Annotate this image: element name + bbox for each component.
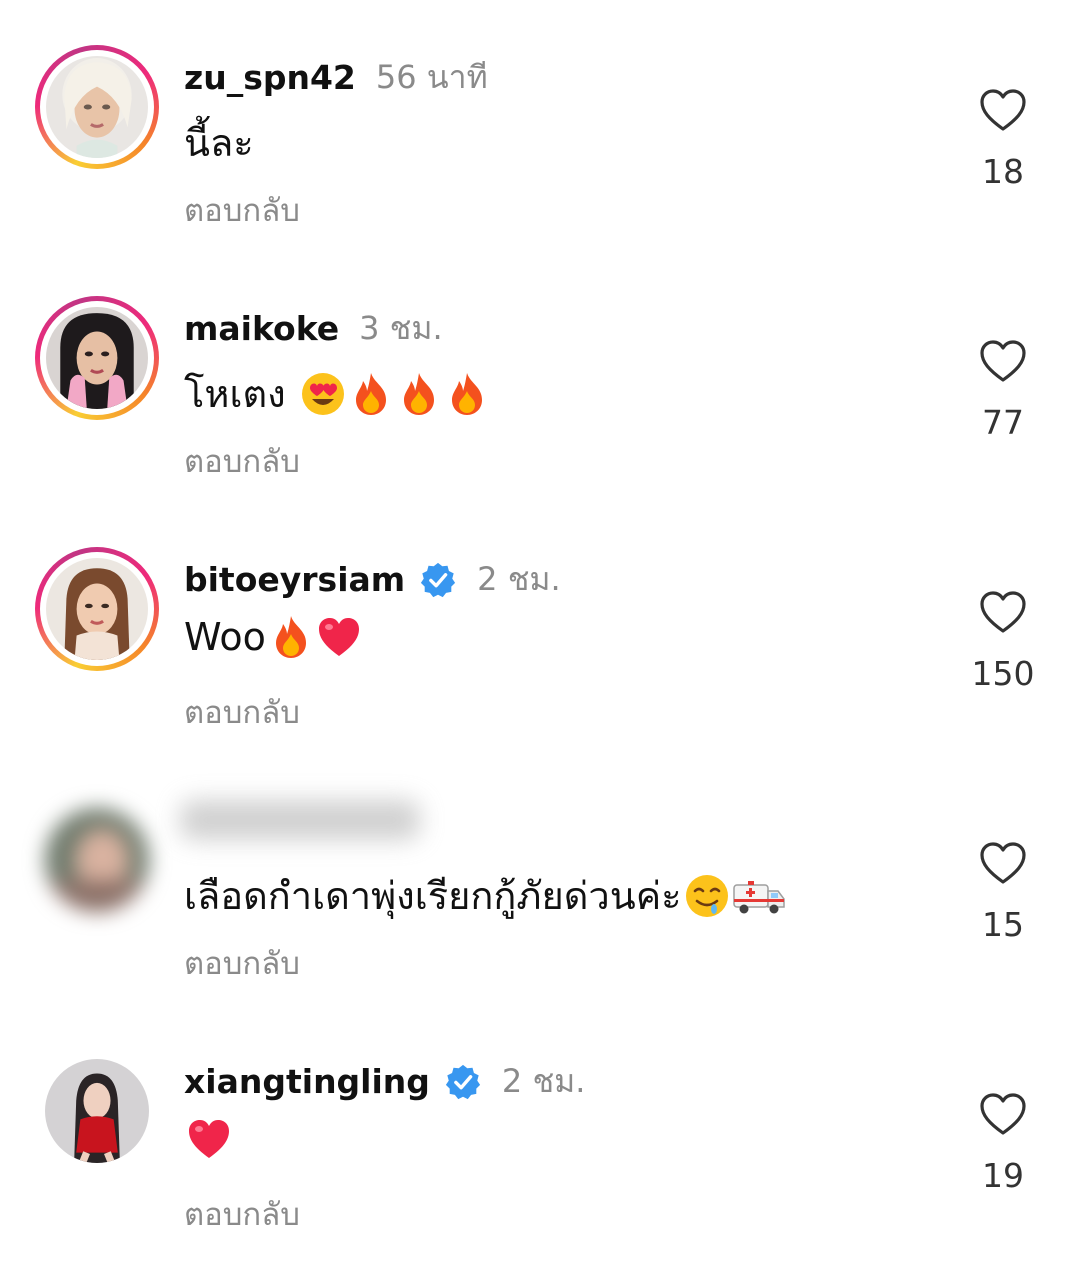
red-heart-emoji-icon [186,1116,232,1162]
comment-time: 2 ชม. [477,560,561,598]
fire-emoji-icon [268,614,314,660]
comment-item: เลือดกำเดาพุ่งเรียกกู้ภัยด่วนค่ะ ตอบกลับ… [0,753,1080,1003]
like-count: 77 [982,403,1024,442]
avatar[interactable] [35,547,159,671]
comment-body: โหเตง [184,372,286,416]
comment-item: bitoeyrsiam 2 ชม. Woo ตอบกลับ 150 [0,502,1080,752]
verified-badge-icon [445,1064,481,1099]
like-count: 150 [971,654,1035,693]
avatar[interactable] [35,296,159,420]
like-control: 150 [968,590,1038,700]
heart-outline-icon[interactable] [979,590,1027,634]
fire-emoji-icon [348,371,394,417]
fire-emoji-icon [396,371,442,417]
reply-button[interactable]: ตอบกลับ [184,436,300,486]
username[interactable]: xiangtingling [184,1062,430,1101]
comment-time: 56 นาที [375,58,488,96]
comment-item: zu_spn42 56 นาที นี้ละ ตอบกลับ 18 [0,0,1080,250]
blurred-username [180,800,420,840]
avatar-photo [46,307,148,409]
avatar-photo [46,56,148,158]
reply-button[interactable]: ตอบกลับ [184,1189,300,1239]
comment-time: 3 ชม. [359,309,443,347]
avatar-photo [45,1059,149,1163]
drooling-face-emoji-icon [684,873,730,919]
reply-button[interactable]: ตอบกลับ [184,938,300,988]
comment-time: 2 ชม. [501,1062,586,1100]
avatar[interactable] [35,798,159,922]
like-count: 19 [982,1156,1024,1195]
reply-button[interactable]: ตอบกลับ [184,687,300,737]
comment-text: Woo [184,614,362,660]
username[interactable]: zu_spn42 [184,58,356,97]
comment-item: xiangtingling 2 ชม. ตอบกลับ 19 [0,1004,1080,1254]
comment-body: เลือดกำเดาพุ่งเรียกกู้ภัยด่วนค่ะ [184,874,682,918]
avatar-photo [46,558,148,660]
ambulance-emoji-icon [732,873,786,919]
verified-badge-icon [421,562,456,597]
like-control: 15 [968,841,1038,951]
comment-list: zu_spn42 56 นาที นี้ละ ตอบกลับ 18 maikok… [0,0,1080,1264]
comment-item: maikoke 3 ชม. โหเตง ตอบกลับ 77 [0,251,1080,501]
like-control: 18 [968,88,1038,198]
like-count: 18 [982,152,1024,191]
heart-outline-icon[interactable] [979,88,1027,132]
avatar-photo [45,808,149,912]
username[interactable]: maikoke [184,309,339,348]
heart-outline-icon[interactable] [979,339,1027,383]
comment-body: Woo [184,615,266,659]
username[interactable]: bitoeyrsiam [184,560,405,599]
comment-body: นี้ละ [184,121,254,165]
heart-eyes-emoji-icon [300,371,346,417]
comment-text: เลือดกำเดาพุ่งเรียกกู้ภัยด่วนค่ะ [184,865,786,926]
avatar[interactable] [35,45,159,169]
heart-outline-icon[interactable] [979,1092,1027,1136]
reply-button[interactable]: ตอบกลับ [184,185,300,235]
comment-text: นี้ละ [184,112,254,173]
red-heart-emoji-icon [316,614,362,660]
comment-text [184,1116,232,1162]
like-control: 19 [968,1092,1038,1202]
fire-emoji-icon [444,371,490,417]
like-count: 15 [982,905,1024,944]
heart-outline-icon[interactable] [979,841,1027,885]
comment-text: โหเตง [184,363,490,424]
like-control: 77 [968,339,1038,449]
avatar[interactable] [35,1049,159,1173]
